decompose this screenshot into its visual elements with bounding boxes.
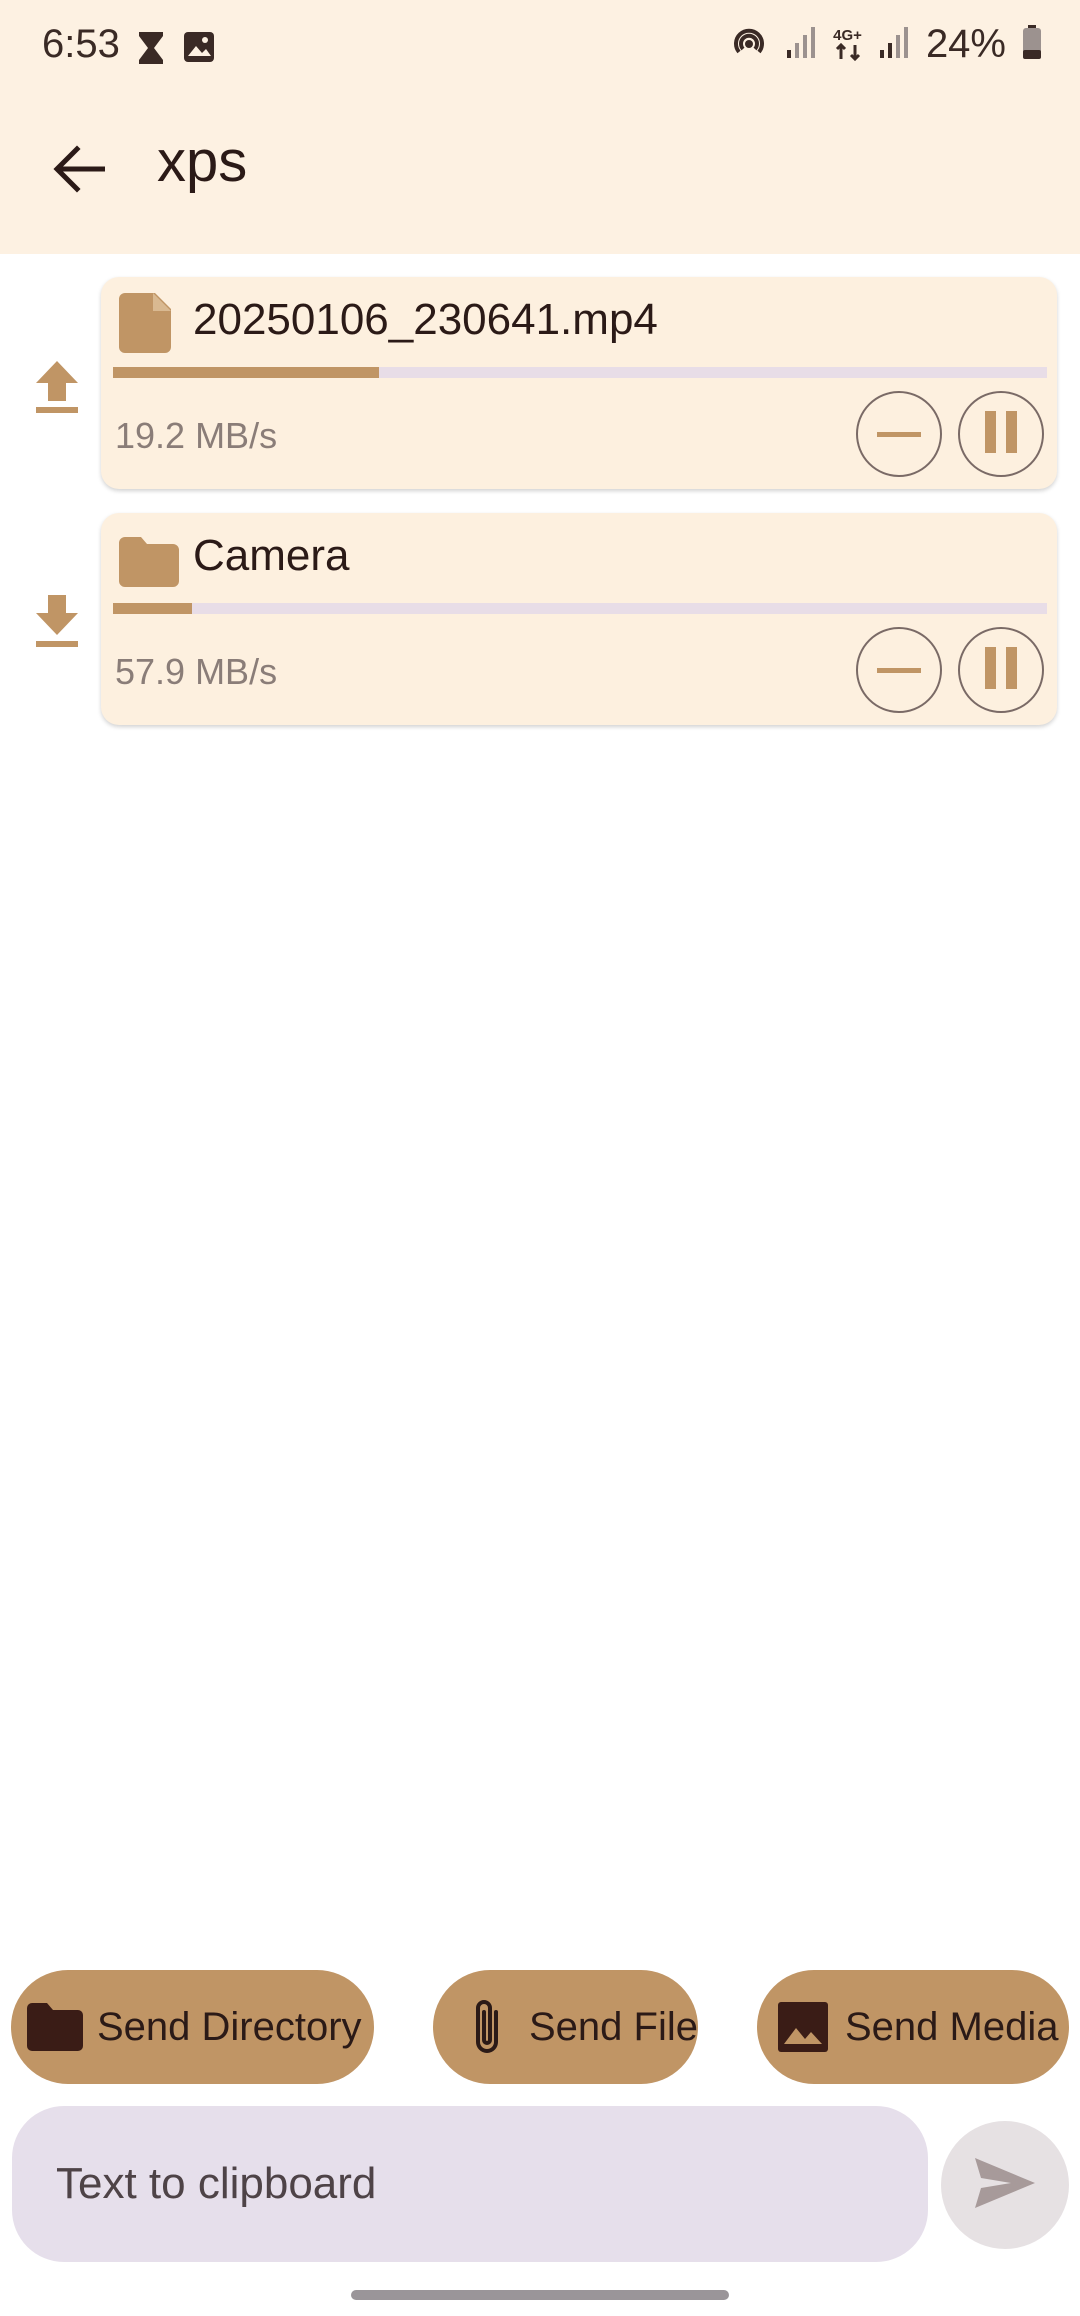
- transfer-name: 20250106_230641.mp4: [193, 295, 658, 344]
- battery-percent: 24%: [925, 22, 1006, 66]
- minus-icon: [877, 425, 921, 443]
- status-time: 6:53: [42, 22, 120, 66]
- upload-icon: [34, 359, 80, 415]
- file-icon: [119, 293, 173, 353]
- folder-icon: [27, 1999, 83, 2055]
- minus-icon: [877, 661, 921, 679]
- progress-fill: [113, 367, 380, 378]
- transfer-name: Camera: [193, 531, 350, 580]
- clipboard-text-input[interactable]: [12, 2106, 928, 2262]
- transfer-item: Camera 57.9 MB/s: [0, 513, 1080, 729]
- image-icon: [182, 30, 216, 71]
- download-icon: [34, 593, 80, 649]
- status-bar: 6:53 4G+ 24%: [0, 0, 1080, 96]
- progress-bar: [113, 603, 1047, 614]
- signal-icon: [878, 24, 910, 65]
- 4g-icon: 4G+: [833, 28, 862, 61]
- battery-icon: [1022, 24, 1042, 65]
- pause-button[interactable]: [958, 391, 1044, 477]
- transfer-speed: 19.2 MB/s: [115, 415, 278, 456]
- back-button[interactable]: [44, 136, 114, 206]
- send-directory-button[interactable]: Send Directory: [11, 1970, 374, 2084]
- arrow-back-icon: [53, 144, 106, 198]
- send-media-label: Send Media: [845, 2004, 1059, 2049]
- home-indicator[interactable]: [351, 2290, 729, 2300]
- action-row: Send Directory Send File Send Media: [0, 1970, 1080, 2084]
- app-bar: xps: [0, 96, 1080, 254]
- folder-icon: [119, 529, 179, 589]
- transfer-speed: 57.9 MB/s: [115, 651, 278, 692]
- cancel-button[interactable]: [856, 627, 942, 713]
- hourglass-icon: [136, 30, 166, 71]
- progress-bar: [113, 367, 1047, 378]
- transfer-card: Camera 57.9 MB/s: [101, 513, 1057, 725]
- send-file-button[interactable]: Send File: [433, 1970, 698, 2084]
- signal-icon: [785, 24, 817, 65]
- send-directory-label: Send Directory: [97, 2004, 362, 2049]
- pause-button[interactable]: [958, 627, 1044, 713]
- pause-icon: [983, 646, 1019, 694]
- send-icon: [973, 2156, 1037, 2215]
- paperclip-icon: [459, 1999, 515, 2055]
- pause-icon: [983, 410, 1019, 458]
- transfer-card: 20250106_230641.mp4 19.2 MB/s: [101, 277, 1057, 489]
- page-title: xps: [157, 129, 248, 194]
- send-file-label: Send File: [529, 2004, 698, 2049]
- cancel-button[interactable]: [856, 391, 942, 477]
- progress-fill: [113, 603, 193, 614]
- image-icon: [775, 1999, 831, 2055]
- send-text-button[interactable]: [941, 2121, 1069, 2249]
- send-media-button[interactable]: Send Media: [757, 1970, 1069, 2084]
- transfer-item: 20250106_230641.mp4 19.2 MB/s: [0, 277, 1080, 493]
- hotspot-icon: [729, 22, 769, 67]
